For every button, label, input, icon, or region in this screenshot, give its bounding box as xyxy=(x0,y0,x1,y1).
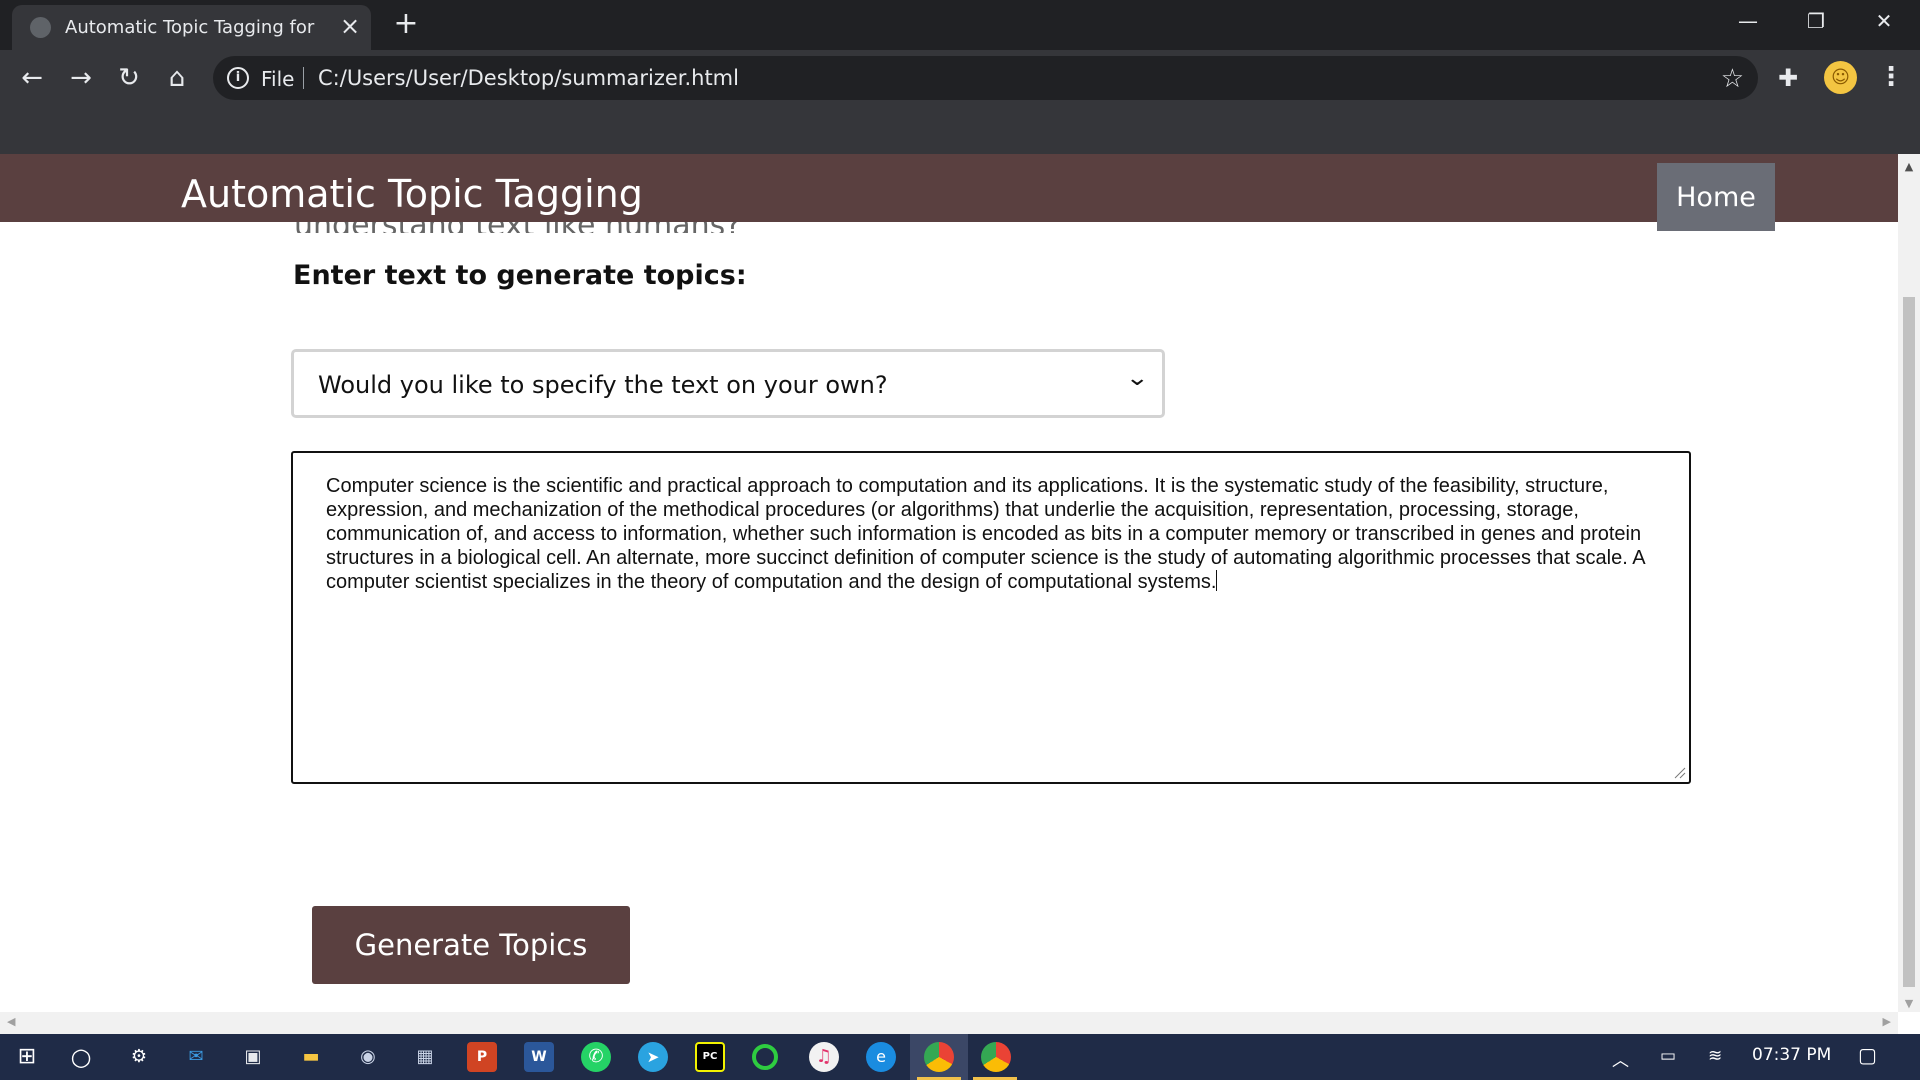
page-viewport: understand text like humans? Enter text … xyxy=(0,154,1898,1012)
new-tab-icon[interactable]: + xyxy=(392,9,420,39)
globe-icon xyxy=(30,17,51,38)
resize-handle-icon[interactable] xyxy=(1672,765,1686,779)
windows-start-icon[interactable]: ⊞ xyxy=(12,1042,42,1072)
minimize-icon[interactable]: — xyxy=(1714,0,1782,42)
horizontal-scrollbar[interactable]: ◀ ▶ xyxy=(0,1012,1898,1034)
wifi-icon[interactable]: ≋ xyxy=(1708,1046,1722,1066)
restore-icon[interactable]: ❐ xyxy=(1782,0,1850,42)
close-tab-icon[interactable]: × xyxy=(338,14,362,38)
scroll-right-icon[interactable]: ▶ xyxy=(1883,1015,1891,1028)
chrome-profile-icon[interactable] xyxy=(981,1042,1011,1072)
scroll-up-icon[interactable]: ▲ xyxy=(1898,160,1920,173)
calculator-icon[interactable]: ▦ xyxy=(410,1042,440,1072)
whatsapp-icon[interactable]: ✆ xyxy=(581,1042,611,1072)
scheme-label: File xyxy=(261,67,295,91)
section-title: Enter text to generate topics: xyxy=(293,260,747,291)
reload-icon[interactable]: ↻ xyxy=(114,63,144,93)
scroll-down-icon[interactable]: ▼ xyxy=(1898,997,1920,1010)
cortana-icon[interactable]: ○ xyxy=(66,1042,96,1072)
bookmark-star-icon[interactable]: ☆ xyxy=(1721,64,1744,94)
edge-icon[interactable]: e xyxy=(866,1042,896,1072)
mail-icon[interactable]: ✉ xyxy=(181,1042,211,1072)
text-input-area[interactable]: Computer science is the scientific and p… xyxy=(291,451,1691,784)
itunes-icon[interactable]: ♫ xyxy=(809,1042,839,1072)
scroll-thumb[interactable] xyxy=(1903,297,1915,987)
tab-strip: Automatic Topic Tagging for Doc × + — ❐ … xyxy=(0,0,1920,50)
nav-home-link[interactable]: Home xyxy=(1657,163,1775,231)
extensions-icon[interactable]: ✚ xyxy=(1778,64,1798,92)
battery-icon[interactable]: ▭ xyxy=(1660,1046,1676,1066)
back-icon[interactable]: ← xyxy=(17,63,47,93)
home-icon[interactable]: ⌂ xyxy=(162,63,192,93)
chevron-down-icon: ⌄ xyxy=(1124,366,1149,391)
generate-topics-button[interactable]: Generate Topics xyxy=(312,906,630,984)
taskbar-clock[interactable]: 07:37 PM xyxy=(1752,1045,1831,1065)
browser-tab[interactable]: Automatic Topic Tagging for Doc × xyxy=(12,5,371,50)
info-icon[interactable]: i xyxy=(227,67,249,89)
address-bar[interactable]: i File C:/Users/User/Desktop/summarizer.… xyxy=(213,56,1758,100)
settings-gear-icon[interactable]: ⚙ xyxy=(124,1042,154,1072)
kebab-menu-icon[interactable]: ⋮ xyxy=(1878,62,1904,92)
pycharm-icon[interactable]: PC xyxy=(695,1042,725,1072)
profile-avatar[interactable]: ☺ xyxy=(1824,61,1857,94)
close-window-icon[interactable]: ✕ xyxy=(1850,0,1918,42)
action-center-icon[interactable]: ▢ xyxy=(1858,1043,1877,1067)
url-text[interactable]: C:/Users/User/Desktop/summarizer.html xyxy=(318,66,739,90)
camera-icon[interactable]: ◉ xyxy=(353,1042,383,1072)
select-value: Would you like to specify the text on yo… xyxy=(318,371,888,399)
green-circle-app-icon[interactable] xyxy=(752,1044,778,1070)
separator xyxy=(303,67,304,89)
scroll-left-icon[interactable]: ◀ xyxy=(7,1015,15,1028)
telegram-icon[interactable]: ➤ xyxy=(638,1042,668,1072)
text-source-select[interactable]: Would you like to specify the text on yo… xyxy=(291,349,1165,418)
store-icon[interactable]: ▣ xyxy=(238,1042,268,1072)
file-explorer-icon[interactable]: ▬ xyxy=(296,1042,326,1072)
site-header: Automatic Topic Tagging Home xyxy=(0,154,1898,231)
forward-icon[interactable]: → xyxy=(66,63,96,93)
textarea-content: Computer science is the scientific and p… xyxy=(326,475,1645,593)
text-caret xyxy=(1216,570,1218,591)
word-icon[interactable]: W xyxy=(524,1042,554,1072)
taskbar: ⊞ ○ ⚙ ✉ ▣ ▬ ◉ ▦ P W ✆ ➤ PC ♫ e ︿ ▭ ≋ 07:… xyxy=(0,1034,1920,1080)
site-title[interactable]: Automatic Topic Tagging xyxy=(181,172,643,216)
tab-title: Automatic Topic Tagging for Doc xyxy=(65,17,315,38)
browser-toolbar: ← → ↻ ⌂ i File C:/Users/User/Desktop/sum… xyxy=(0,50,1920,154)
vertical-scrollbar[interactable]: ▲ ▼ xyxy=(1898,154,1920,1012)
tray-chevron-up-icon[interactable]: ︿ xyxy=(1612,1046,1629,1071)
powerpoint-icon[interactable]: P xyxy=(467,1042,497,1072)
chrome-icon[interactable] xyxy=(924,1042,954,1072)
